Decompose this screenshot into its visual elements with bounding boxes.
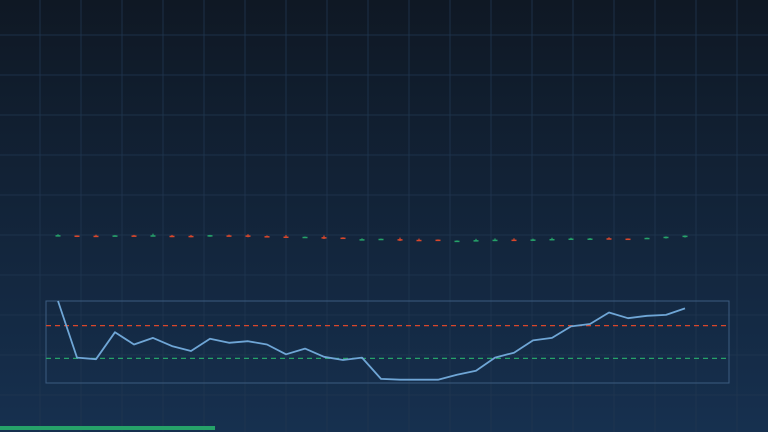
candle-body <box>663 236 669 239</box>
candle-body <box>549 238 555 241</box>
candle-body <box>511 239 517 242</box>
chart-canvas <box>0 0 768 432</box>
candle-body <box>283 236 289 239</box>
progress-bar <box>0 426 216 430</box>
candle-body <box>530 239 536 241</box>
progress-fill <box>0 426 216 430</box>
candle-body <box>302 236 308 239</box>
candle-body <box>492 239 498 242</box>
candle-body <box>207 235 213 237</box>
candle-body <box>359 239 365 241</box>
candle-body <box>55 235 61 237</box>
candle-body <box>188 235 194 238</box>
candle-body <box>416 239 422 242</box>
candle-body <box>74 235 80 237</box>
candle-body <box>340 237 346 240</box>
candle-body <box>625 238 631 241</box>
candle-body <box>587 238 593 240</box>
candle-body <box>93 235 99 238</box>
candle-body <box>644 237 650 240</box>
chart-background <box>0 0 768 432</box>
candle-body <box>226 235 232 237</box>
candle-body <box>682 235 688 238</box>
candle-body <box>454 240 460 243</box>
candle-body <box>378 238 384 241</box>
candle-body <box>473 240 479 242</box>
candle-body <box>150 235 156 237</box>
candle-body <box>112 235 118 237</box>
candle-body <box>264 236 270 238</box>
candle-body <box>169 235 175 238</box>
candle-body <box>397 239 403 241</box>
chart-svg <box>0 0 768 432</box>
candle-body <box>606 238 612 240</box>
candle-body <box>245 235 251 237</box>
candle-body <box>131 235 137 237</box>
candle-body <box>435 239 441 242</box>
candle-body <box>321 237 327 239</box>
candle-body <box>568 238 574 241</box>
